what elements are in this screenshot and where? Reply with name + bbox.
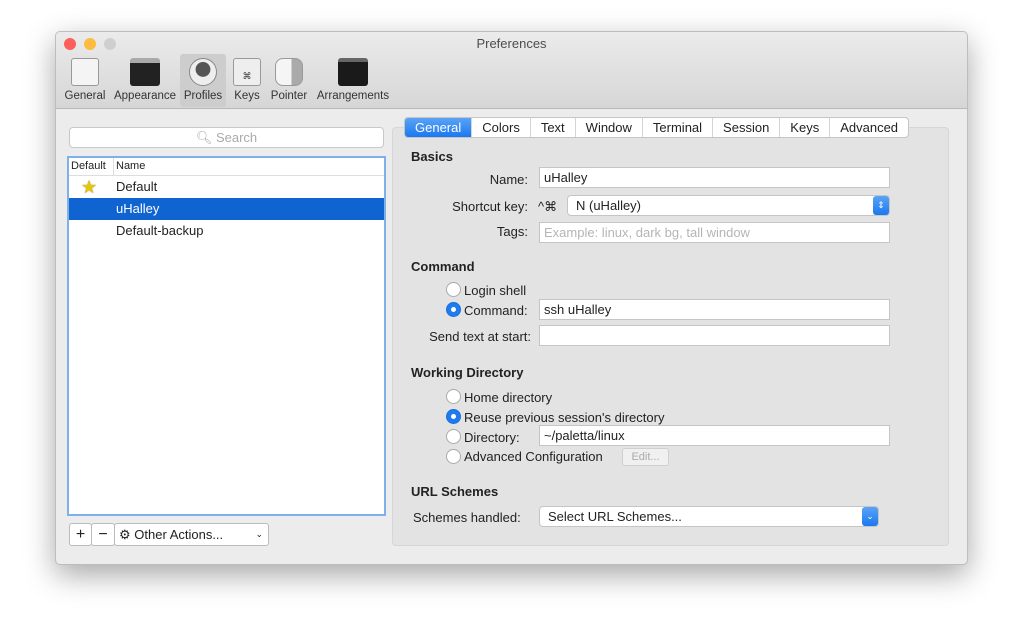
profile-name: uHalley xyxy=(116,201,160,216)
select-arrows-icon: ⇕ xyxy=(873,196,889,215)
mouse-icon xyxy=(275,58,303,86)
remove-profile-button[interactable]: − xyxy=(91,523,115,546)
home-directory-radio[interactable] xyxy=(446,389,461,404)
windows-stack-icon xyxy=(338,58,368,86)
user-icon xyxy=(189,58,217,86)
list-item[interactable]: uHalley xyxy=(69,198,384,220)
toolbar-profiles[interactable]: Profiles xyxy=(180,54,226,107)
toolbar-pointer[interactable]: Pointer xyxy=(268,54,310,107)
url-schemes-select[interactable]: Select URL Schemes... ⌄ xyxy=(539,506,879,527)
shortcut-modifiers: ^⌘ xyxy=(538,199,558,214)
toolbar-label: Appearance xyxy=(113,90,177,102)
chevron-down-icon: ⌄ xyxy=(862,507,878,526)
profile-name: Default xyxy=(116,179,158,194)
tab-advanced[interactable]: Advanced xyxy=(830,118,908,137)
list-item[interactable]: Default-backup xyxy=(69,220,384,242)
name-input[interactable]: uHalley xyxy=(539,167,890,188)
directory-input[interactable]: ~/paletta/linux xyxy=(539,425,890,446)
terminal-window-icon xyxy=(130,58,160,86)
directory-label: Directory: xyxy=(464,430,520,445)
column-default[interactable]: Default xyxy=(71,158,106,175)
url-schemes-value: Select URL Schemes... xyxy=(548,509,682,524)
toolbar-label: Profiles xyxy=(183,90,223,102)
command-heading: Command xyxy=(411,259,475,274)
star-icon: ★ xyxy=(81,177,98,197)
tab-window[interactable]: Window xyxy=(576,118,643,137)
profile-tabs: General Colors Text Window Terminal Sess… xyxy=(404,117,910,138)
advanced-config-radio[interactable] xyxy=(446,449,461,464)
column-name[interactable]: Name xyxy=(113,158,145,175)
toolbar-appearance[interactable]: Appearance xyxy=(111,54,179,107)
command-input[interactable]: ssh uHalley xyxy=(539,299,890,320)
basics-heading: Basics xyxy=(411,149,453,164)
chevron-down-icon: ⌄ xyxy=(255,529,263,539)
login-shell-label: Login shell xyxy=(464,283,527,298)
list-item[interactable]: ★ Default xyxy=(69,176,384,198)
tab-keys[interactable]: Keys xyxy=(780,118,831,137)
tab-text[interactable]: Text xyxy=(531,118,576,137)
switch-icon xyxy=(71,58,99,86)
tab-general[interactable]: General xyxy=(405,118,473,137)
other-actions-label: Other Actions... xyxy=(134,527,224,542)
shortcut-label: Shortcut key: xyxy=(452,199,528,214)
tab-colors[interactable]: Colors xyxy=(472,118,531,137)
shortcut-value: N (uHalley) xyxy=(576,198,642,213)
profile-search-input[interactable]: 🔍︎ Search xyxy=(69,127,384,148)
tab-terminal[interactable]: Terminal xyxy=(643,118,714,137)
toolbar-general[interactable]: General xyxy=(62,54,108,107)
toolbar-label: General xyxy=(64,90,106,102)
keyboard-key-icon: ⌘ xyxy=(233,58,261,86)
profile-name: Default-backup xyxy=(116,223,204,238)
tags-input[interactable]: Example: linux, dark bg, tall window xyxy=(539,222,890,243)
schemes-handled-label: Schemes handled: xyxy=(413,510,521,525)
send-text-input[interactable] xyxy=(539,325,890,346)
toolbar-label: Pointer xyxy=(270,90,308,102)
home-directory-label: Home directory xyxy=(464,390,553,405)
profile-list: Default Name ★ Default uHalley Default-ba… xyxy=(67,156,386,516)
toolbar-arrangements[interactable]: Arrangements xyxy=(314,54,392,107)
shortcut-select[interactable]: N (uHalley) ⇕ xyxy=(567,195,890,216)
reuse-directory-label: Reuse previous session's directory xyxy=(464,410,665,425)
gear-icon: ⚙ xyxy=(119,527,135,542)
toolbar-label: Keys xyxy=(234,90,260,102)
send-text-label: Send text at start: xyxy=(429,329,531,344)
list-header: Default Name xyxy=(69,158,384,176)
toolbar-label: Arrangements xyxy=(316,90,390,102)
login-shell-radio[interactable] xyxy=(446,282,461,297)
reuse-directory-radio[interactable] xyxy=(446,409,461,424)
window-title: Preferences xyxy=(476,36,547,51)
search-icon: 🔍︎ xyxy=(195,130,216,145)
name-label: Name: xyxy=(489,172,528,187)
tags-label: Tags: xyxy=(496,224,528,239)
add-profile-button[interactable]: + xyxy=(69,523,92,546)
tab-session[interactable]: Session xyxy=(713,118,781,137)
search-placeholder: Search xyxy=(215,130,258,145)
working-directory-heading: Working Directory xyxy=(411,365,524,380)
toolbar-keys[interactable]: ⌘ Keys xyxy=(230,54,264,107)
command-radio[interactable] xyxy=(446,302,461,317)
other-actions-menu[interactable]: ⚙ Other Actions... ⌄ xyxy=(114,523,269,546)
directory-radio[interactable] xyxy=(446,429,461,444)
command-label: Command: xyxy=(464,303,528,318)
advanced-config-label: Advanced Configuration xyxy=(464,449,603,464)
title-bar: Preferences General Appearance Profiles … xyxy=(56,32,967,109)
edit-button[interactable]: Edit... xyxy=(622,448,669,466)
url-schemes-heading: URL Schemes xyxy=(411,484,499,499)
preferences-window: Preferences General Appearance Profiles … xyxy=(55,31,968,565)
